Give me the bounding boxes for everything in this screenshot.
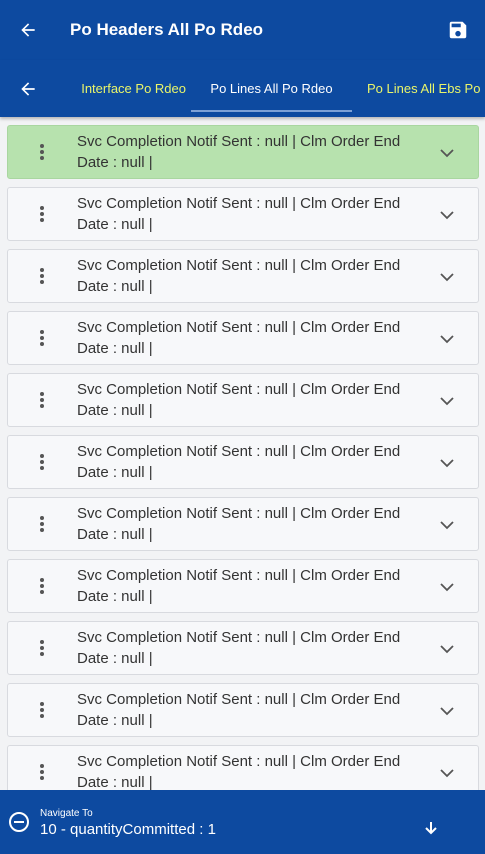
arrow-left-icon	[21, 23, 35, 37]
expand-button[interactable]	[436, 762, 458, 784]
chevron-down-icon	[440, 706, 454, 715]
more-vert-button[interactable]	[30, 326, 54, 350]
more-vert-icon	[40, 764, 44, 780]
expand-button[interactable]	[436, 204, 458, 226]
tab-label: Interface Po Rdeo	[81, 81, 186, 96]
navigate-to-label: Navigate To	[40, 808, 93, 819]
more-vert-icon	[40, 516, 44, 532]
more-vert-icon	[40, 702, 44, 718]
tabs-back-button[interactable]	[0, 60, 56, 117]
more-vert-button[interactable]	[30, 388, 54, 412]
chevron-down-icon	[440, 334, 454, 343]
expand-button[interactable]	[436, 638, 458, 660]
list-item-text: Svc Completion Notif Sent : null | Clm O…	[77, 319, 401, 357]
list-item[interactable]: Svc Completion Notif Sent : null | Clm O…	[7, 187, 479, 241]
more-vert-button[interactable]	[30, 636, 54, 660]
arrow-down-icon	[425, 822, 437, 835]
record-list: Svc Completion Notif Sent : null | Clm O…	[0, 117, 485, 790]
page-title: Po Headers All Po Rdeo	[70, 20, 264, 39]
list-item[interactable]: Svc Completion Notif Sent : null | Clm O…	[7, 373, 479, 427]
save-button[interactable]	[437, 0, 479, 60]
list-item[interactable]: Svc Completion Notif Sent : null | Clm O…	[7, 559, 479, 613]
tab-po-lines-all-po-rdeo[interactable]: Po Lines All Po Rdeo	[191, 60, 352, 117]
expand-button[interactable]	[436, 142, 458, 164]
list-item[interactable]: Svc Completion Notif Sent : null | Clm O…	[7, 683, 479, 737]
more-vert-button[interactable]	[30, 574, 54, 598]
list-item-text: Svc Completion Notif Sent : null | Clm O…	[77, 133, 401, 171]
list-item[interactable]: Svc Completion Notif Sent : null | Clm O…	[7, 435, 479, 489]
expand-button[interactable]	[436, 452, 458, 474]
more-vert-button[interactable]	[30, 202, 54, 226]
list-item-text: Svc Completion Notif Sent : null | Clm O…	[77, 505, 401, 543]
list-item-text: Svc Completion Notif Sent : null | Clm O…	[77, 257, 401, 295]
chevron-down-icon	[440, 768, 454, 777]
floppy-disk-icon	[449, 21, 467, 39]
more-vert-icon	[40, 640, 44, 656]
chevron-down-icon	[440, 210, 454, 219]
more-vert-icon	[40, 454, 44, 470]
arrow-left-icon	[21, 81, 35, 96]
app-header: Po Headers All Po Rdeo	[0, 0, 485, 60]
chevron-down-icon	[440, 520, 454, 529]
more-vert-button[interactable]	[30, 760, 54, 784]
app: Po Headers All Po Rdeo Interface Po Rdeo…	[0, 0, 485, 854]
chevron-down-icon	[440, 148, 454, 157]
more-vert-button[interactable]	[30, 264, 54, 288]
navigate-to-bar[interactable]: Navigate To 10 - quantityCommitted : 1	[0, 790, 485, 854]
more-vert-icon	[40, 330, 44, 346]
list-item[interactable]: Svc Completion Notif Sent : null | Clm O…	[7, 311, 479, 365]
more-vert-button[interactable]	[30, 450, 54, 474]
list-item-text: Svc Completion Notif Sent : null | Clm O…	[77, 195, 401, 233]
chevron-down-icon	[440, 644, 454, 653]
tab-bar: Interface Po Rdeo Po Lines All Po Rdeo P…	[0, 60, 485, 117]
chevron-down-icon	[440, 272, 454, 281]
more-vert-icon	[40, 206, 44, 222]
chevron-down-icon	[440, 458, 454, 467]
tab-po-lines-all-ebs-po-rdeo[interactable]: Po Lines All Ebs Po Rdeo	[367, 60, 485, 117]
chevron-down-icon	[440, 582, 454, 591]
list-item-text: Svc Completion Notif Sent : null | Clm O…	[77, 443, 401, 481]
more-vert-icon	[40, 268, 44, 284]
more-vert-icon	[40, 392, 44, 408]
navigate-down-button[interactable]	[421, 818, 441, 838]
list-item-text: Svc Completion Notif Sent : null | Clm O…	[77, 567, 401, 605]
expand-button[interactable]	[436, 390, 458, 412]
list-item-text: Svc Completion Notif Sent : null | Clm O…	[77, 629, 401, 667]
list-item-text: Svc Completion Notif Sent : null | Clm O…	[77, 381, 401, 419]
list-item-text: Svc Completion Notif Sent : null | Clm O…	[77, 753, 401, 790]
list-item[interactable]: Svc Completion Notif Sent : null | Clm O…	[7, 621, 479, 675]
expand-button[interactable]	[436, 266, 458, 288]
navigate-to-value: 10 - quantityCommitted : 1	[40, 821, 216, 838]
more-vert-button[interactable]	[30, 512, 54, 536]
expand-button[interactable]	[436, 514, 458, 536]
list-item-text: Svc Completion Notif Sent : null | Clm O…	[77, 691, 401, 729]
list-item[interactable]: Svc Completion Notif Sent : null | Clm O…	[7, 745, 479, 790]
list-item[interactable]: Svc Completion Notif Sent : null | Clm O…	[7, 125, 479, 179]
list-item[interactable]: Svc Completion Notif Sent : null | Clm O…	[7, 497, 479, 551]
list-item[interactable]: Svc Completion Notif Sent : null | Clm O…	[7, 249, 479, 303]
minus-circle-icon[interactable]	[8, 811, 30, 833]
more-vert-icon	[40, 144, 44, 160]
expand-button[interactable]	[436, 576, 458, 598]
more-vert-icon	[40, 578, 44, 594]
chevron-down-icon	[440, 396, 454, 405]
tab-interface-po-rdeo[interactable]: Interface Po Rdeo	[68, 60, 186, 117]
header-back-button[interactable]	[0, 0, 56, 60]
expand-button[interactable]	[436, 328, 458, 350]
more-vert-button[interactable]	[30, 140, 54, 164]
expand-button[interactable]	[436, 700, 458, 722]
more-vert-button[interactable]	[30, 698, 54, 722]
